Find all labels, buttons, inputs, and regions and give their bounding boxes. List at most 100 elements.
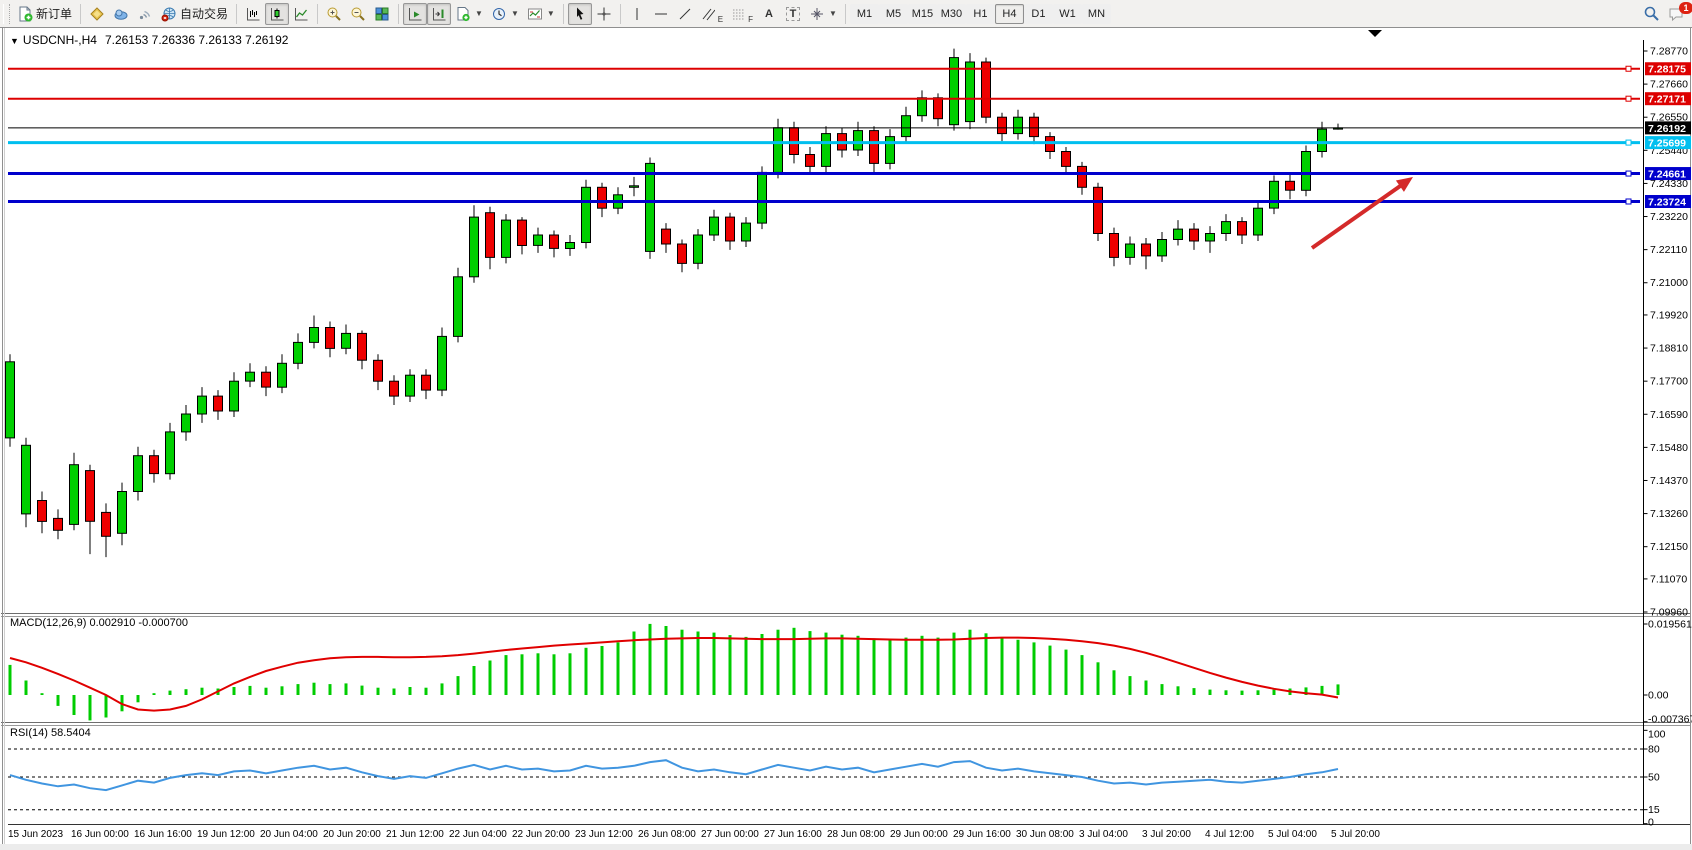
cursor-arrow-icon (572, 6, 588, 22)
svg-text:28 Jun 08:00: 28 Jun 08:00 (827, 829, 885, 840)
arrows-tool-button[interactable]: ▼ (805, 3, 841, 25)
cursor-button[interactable] (568, 3, 592, 25)
trendline-tool-button[interactable] (673, 3, 697, 25)
zoom-in-icon (326, 6, 342, 22)
svg-text:7.16590: 7.16590 (1650, 409, 1688, 421)
signal-icon (137, 6, 153, 22)
timeframe-d1-button[interactable]: D1 (1024, 4, 1053, 24)
line-handle[interactable] (1626, 96, 1631, 101)
channel-tool-button[interactable]: E (697, 3, 727, 25)
separator (317, 4, 318, 24)
new-order-icon (17, 6, 33, 22)
crosshair-button[interactable] (592, 3, 616, 25)
svg-text:3 Jul 04:00: 3 Jul 04:00 (1079, 829, 1128, 840)
svg-text:15 Jun 2023: 15 Jun 2023 (8, 829, 63, 840)
svg-text:5 Jul 20:00: 5 Jul 20:00 (1331, 829, 1380, 840)
search-button[interactable] (1639, 3, 1664, 25)
gem-icon (89, 6, 105, 22)
timeframe-toolbar: M1M5M15M30H1H4D1W1MN (850, 4, 1111, 24)
line-handle[interactable] (1626, 171, 1631, 176)
svg-text:27 Jun 00:00: 27 Jun 00:00 (701, 829, 759, 840)
separator (236, 4, 237, 24)
label-tool-letter: T (786, 7, 801, 21)
vertical-line-tool-button[interactable] (625, 3, 649, 25)
svg-text:7.25699: 7.25699 (1648, 138, 1686, 150)
candlestick-chart-icon (269, 6, 285, 22)
macd-name: MACD(12,26,9) (10, 617, 86, 629)
macd-values: 0.002910 -0.000700 (89, 617, 187, 629)
svg-text:80: 80 (1648, 744, 1660, 756)
signal-button[interactable] (133, 3, 157, 25)
line-handle[interactable] (1626, 140, 1631, 145)
timeframe-mn-button[interactable]: MN (1082, 4, 1111, 24)
periods-button[interactable]: ▼ (487, 3, 523, 25)
separator (845, 4, 846, 24)
chart-canvas[interactable]: 7.287707.276607.265507.254407.243307.232… (0, 28, 1692, 844)
bar-chart-type-button[interactable] (241, 3, 265, 25)
macd-pane-label: MACD(12,26,9) 0.002910 -0.000700 (10, 617, 188, 629)
notifications-button[interactable]: 1 (1664, 3, 1690, 25)
indicators-button[interactable]: ▼ (451, 3, 487, 25)
svg-text:7.15480: 7.15480 (1650, 442, 1688, 454)
gem-button[interactable] (85, 3, 109, 25)
timeframe-h4-button[interactable]: H4 (995, 4, 1024, 24)
svg-text:0: 0 (1648, 817, 1654, 829)
line-handle[interactable] (1626, 66, 1631, 71)
symbol-period-label: USDCNH-,H4 (23, 33, 97, 47)
auto-scroll-button[interactable] (403, 3, 427, 25)
cloud-button[interactable] (109, 3, 133, 25)
separator (620, 4, 621, 24)
line-chart-type-button[interactable] (289, 3, 313, 25)
zoom-out-button[interactable] (346, 3, 370, 25)
line-chart-icon (293, 6, 309, 22)
symbol-dropdown-icon[interactable]: ▼ (10, 36, 19, 46)
svg-text:7.09960: 7.09960 (1650, 607, 1688, 619)
svg-text:7.14370: 7.14370 (1650, 475, 1688, 487)
templates-button[interactable]: ▼ (523, 3, 559, 25)
horizontal-line-icon (653, 6, 669, 22)
ohlc-values: 7.26153 7.26336 7.26133 7.26192 (105, 33, 289, 47)
rsi-value: 58.5404 (51, 727, 91, 739)
svg-text:-0.007367: -0.007367 (1648, 714, 1692, 726)
timeframe-w1-button[interactable]: W1 (1053, 4, 1082, 24)
tile-windows-button[interactable] (370, 3, 394, 25)
svg-text:4 Jul 12:00: 4 Jul 12:00 (1205, 829, 1254, 840)
svg-text:22 Jun 20:00: 22 Jun 20:00 (512, 829, 570, 840)
timeframe-m1-button[interactable]: M1 (850, 4, 879, 24)
zoom-in-button[interactable] (322, 3, 346, 25)
timeframe-m30-button[interactable]: M30 (937, 4, 966, 24)
line-handle[interactable] (1626, 199, 1631, 204)
toolbar-grip (3, 4, 10, 24)
template-icon (527, 6, 543, 22)
svg-text:0.019561: 0.019561 (1648, 619, 1692, 631)
horizontal-line-tool-button[interactable] (649, 3, 673, 25)
time-axis[interactable]: 15 Jun 202316 Jun 00:0016 Jun 16:0019 Ju… (8, 829, 1380, 840)
svg-text:7.27660: 7.27660 (1650, 79, 1688, 91)
tile-windows-icon (374, 6, 390, 22)
svg-text:7.13260: 7.13260 (1650, 508, 1688, 520)
svg-text:27 Jun 16:00: 27 Jun 16:00 (764, 829, 822, 840)
new-order-label: 新订单 (36, 5, 72, 22)
arrows-tool-icon (809, 6, 825, 22)
svg-text:7.12150: 7.12150 (1650, 541, 1688, 553)
text-tool-button[interactable]: A (757, 3, 781, 25)
chart-shift-button[interactable] (427, 3, 451, 25)
text-label-tool-button[interactable]: T (781, 3, 805, 25)
timeframe-h1-button[interactable]: H1 (966, 4, 995, 24)
chart-shift-icon (431, 6, 447, 22)
svg-text:7.27171: 7.27171 (1648, 94, 1686, 106)
auto-trading-button[interactable]: 自动交易 (157, 3, 232, 25)
svg-text:7.28175: 7.28175 (1648, 64, 1686, 76)
candlestick-chart-type-button[interactable] (265, 3, 289, 25)
svg-text:15: 15 (1648, 804, 1660, 816)
timeframe-m5-button[interactable]: M5 (879, 4, 908, 24)
search-icon (1643, 5, 1660, 22)
timeframe-m15-button[interactable]: M15 (908, 4, 937, 24)
fibonacci-icon (731, 6, 745, 22)
svg-text:0.00: 0.00 (1648, 690, 1669, 702)
chart-title: ▼ USDCNH-,H4 7.26153 7.26336 7.26133 7.261… (10, 33, 288, 47)
svg-text:3 Jul 20:00: 3 Jul 20:00 (1142, 829, 1191, 840)
fibonacci-tool-button[interactable]: F (727, 3, 757, 25)
new-order-button[interactable]: 新订单 (13, 3, 76, 25)
chart-window[interactable]: 7.287707.276607.265507.254407.243307.232… (0, 28, 1692, 844)
